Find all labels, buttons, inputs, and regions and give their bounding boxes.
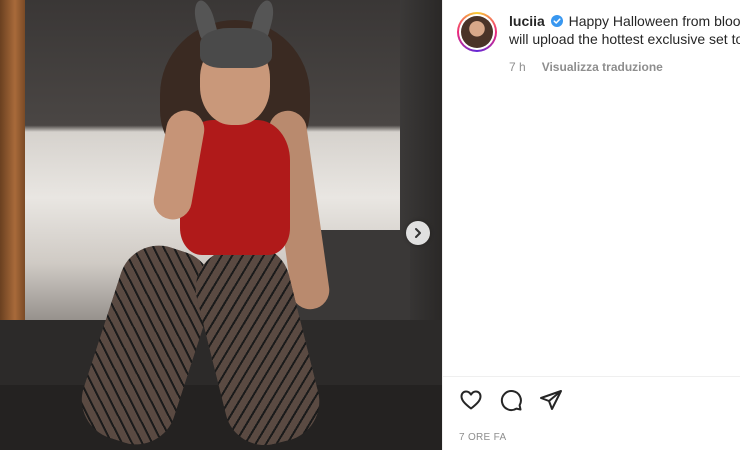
- heart-icon[interactable]: [459, 388, 483, 412]
- avatar-image: [461, 16, 493, 48]
- translate-link[interactable]: Visualizza traduzione: [542, 60, 663, 74]
- verified-badge-icon: [550, 15, 563, 27]
- caption-row: luciia Happy Halloween from blood will u…: [457, 12, 740, 52]
- send-icon[interactable]: [539, 388, 563, 412]
- comment-icon[interactable]: [499, 388, 523, 412]
- chevron-right-icon: [415, 228, 421, 238]
- avatar[interactable]: [457, 12, 497, 52]
- media-door: [0, 0, 25, 330]
- caption-meta: 7 h Visualizza traduzione: [509, 60, 663, 74]
- action-bar: [459, 388, 563, 412]
- next-image-button[interactable]: [406, 221, 430, 245]
- post-media[interactable]: [0, 0, 442, 450]
- divider: [443, 376, 740, 377]
- caption-text-line2: will upload the hottest exclusive set to: [509, 31, 740, 47]
- username-link[interactable]: luciia: [509, 13, 545, 29]
- caption-text-line1: Happy Halloween from blood: [568, 13, 740, 29]
- caption: luciia Happy Halloween from blood will u…: [509, 12, 740, 52]
- figure-mask: [200, 28, 272, 68]
- post-time-ago: 7 h: [509, 60, 526, 74]
- post-sidebar: luciia Happy Halloween from blood will u…: [442, 0, 740, 450]
- post-timestamp: 7 ORE FA: [459, 432, 507, 443]
